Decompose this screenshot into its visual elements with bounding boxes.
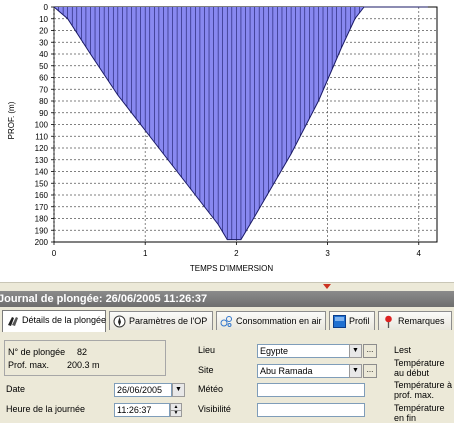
- dive-details-panel: N° de plongée 82 Prof. max. 200.3 m Date…: [0, 333, 454, 423]
- y-tick-label: 40: [39, 50, 48, 59]
- visibility-label: Visibilité: [198, 404, 231, 414]
- site-dropdown-button[interactable]: ▼: [349, 364, 362, 378]
- tab-label: Profil: [349, 316, 370, 326]
- temp-start-label: Température au début: [394, 358, 445, 378]
- date-dropdown-button[interactable]: ▼: [172, 383, 185, 397]
- x-tick-label: 1: [143, 249, 148, 258]
- y-tick-label: 80: [39, 97, 48, 106]
- y-tick-label: 70: [39, 85, 48, 94]
- tab-label: Consommation en air: [236, 316, 322, 326]
- y-tick-label: 10: [39, 15, 48, 24]
- tab-label: Remarques: [398, 316, 445, 326]
- bubbles-icon: [220, 316, 232, 327]
- time-label: Heure de la journée: [6, 404, 86, 414]
- y-tick-label: 180: [35, 215, 49, 224]
- time-spinner[interactable]: ▲ ▼: [170, 403, 182, 417]
- y-axis-label: PROF. (m): [7, 101, 16, 139]
- visibility-field[interactable]: [257, 403, 365, 417]
- pin-icon: [385, 315, 392, 328]
- x-tick-label: 0: [52, 249, 57, 258]
- y-tick-label: 20: [39, 27, 48, 36]
- y-tick-label: 50: [39, 62, 48, 71]
- tab-bar: Détails de la plongée Paramètres de l'OP…: [0, 307, 454, 334]
- dive-summary-box: N° de plongée 82 Prof. max. 200.3 m: [4, 340, 166, 376]
- window-title-bar: Journal de plongée: 26/06/2005 11:26:37: [0, 291, 454, 307]
- dive-profile-chart: 0 10 20 30 40 50 60 70 80 90 100 110 120 130 140 150 160…: [0, 0, 454, 282]
- y-tick-label: 170: [35, 203, 49, 212]
- y-tick-label: 110: [35, 132, 48, 141]
- y-tick-label: 0: [44, 3, 49, 12]
- weather-field[interactable]: [257, 383, 365, 397]
- site-label: Site: [198, 365, 214, 375]
- tab-label: Détails de la plongée: [22, 315, 107, 325]
- y-tick-label: 60: [39, 74, 48, 83]
- window-title: Journal de plongée: 26/06/2005 11:26:37: [0, 293, 208, 305]
- x-tick-label: 2: [234, 249, 239, 258]
- fins-icon: [8, 317, 18, 326]
- location-label: Lieu: [198, 345, 216, 355]
- y-tick-label: 190: [35, 226, 49, 235]
- y-tick-label: 120: [35, 144, 49, 153]
- x-axis-label: TEMPS D'IMMERSION: [190, 264, 274, 273]
- location-browse-button[interactable]: ...: [363, 344, 377, 358]
- dive-number-value: 82: [77, 347, 88, 357]
- temp-end-label: Température en fin: [394, 403, 445, 423]
- x-tick-label: 3: [325, 249, 330, 258]
- y-tick-label: 200: [35, 238, 49, 247]
- spin-down-icon[interactable]: ▼: [171, 410, 181, 416]
- y-tick-label: 130: [35, 156, 49, 165]
- tab-air-consumption[interactable]: Consommation en air: [216, 311, 326, 330]
- ballast-label: Lest: [394, 345, 412, 355]
- tab-remarks[interactable]: Remarques: [378, 311, 452, 330]
- compass-icon: [113, 315, 126, 328]
- collapse-arrow-icon[interactable]: [323, 284, 331, 289]
- dive-number-label: N° de plongée: [8, 347, 66, 357]
- profile-icon: [333, 315, 346, 328]
- tab-op-parameters[interactable]: Paramètres de l'OP: [109, 311, 213, 330]
- site-combo[interactable]: Abu Ramada: [257, 364, 350, 378]
- weather-label: Météo: [198, 384, 224, 394]
- tab-label: Paramètres de l'OP: [129, 316, 208, 326]
- temp-max-depth-label: Température à prof. max.: [394, 380, 453, 400]
- location-combo[interactable]: Egypte: [257, 344, 350, 358]
- max-depth-value: 200.3 m: [67, 360, 100, 370]
- tab-profile[interactable]: Profil: [329, 311, 375, 330]
- max-depth-label: Prof. max.: [8, 360, 50, 370]
- date-label: Date: [6, 384, 26, 394]
- y-tick-label: 140: [35, 168, 49, 177]
- y-tick-label: 160: [35, 191, 49, 200]
- tab-dive-details[interactable]: Détails de la plongée: [2, 310, 106, 332]
- time-field[interactable]: 11:26:37: [114, 403, 170, 417]
- dive-profile-svg: 0102030405060708090100110120130140150160…: [7, 3, 438, 273]
- date-field[interactable]: 26/06/2005: [114, 383, 172, 397]
- site-browse-button[interactable]: ...: [363, 364, 377, 378]
- location-dropdown-button[interactable]: ▼: [349, 344, 362, 358]
- x-tick-label: 4: [417, 249, 422, 258]
- y-tick-label: 150: [35, 179, 49, 188]
- y-tick-label: 100: [35, 121, 49, 130]
- y-tick-label: 90: [39, 109, 48, 118]
- y-tick-label: 30: [39, 38, 48, 47]
